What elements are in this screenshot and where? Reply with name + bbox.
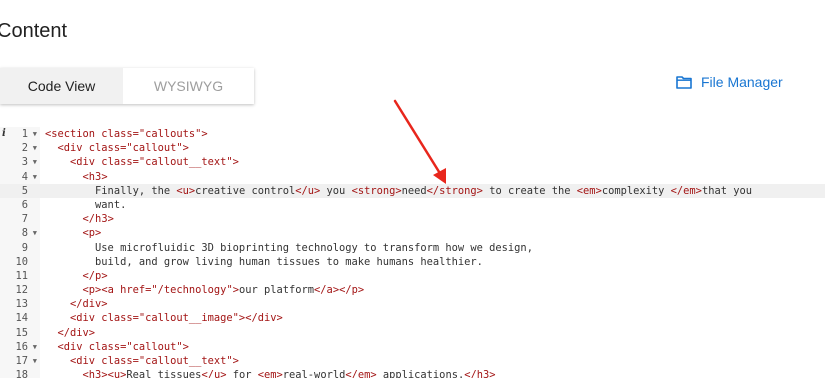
line-number: 18 [15,369,28,378]
line-number: 4 [21,170,28,183]
code-text: <div class="callout"> [57,340,189,353]
line-number: 3 [21,156,28,169]
info-icon[interactable]: i [2,127,6,141]
line-number-cell: 8 ▼ [0,226,40,240]
line-number: 10 [15,255,28,268]
code-line[interactable]: 13 </div> [0,297,825,311]
line-number: 7 [21,213,28,226]
file-manager-button[interactable]: File Manager [676,74,783,90]
code-line[interactable]: 15 </div> [0,326,825,340]
line-number: 11 [15,269,28,282]
fold-toggle-icon[interactable]: ▼ [33,155,37,169]
code-line[interactable]: 2 ▼ <div class="callout"> [0,141,825,155]
line-number-cell: 18 [0,368,40,378]
code-text: <h3> [82,170,108,183]
line-number: 8 [21,227,28,240]
line-number-cell: 11 [0,269,40,283]
fold-toggle-icon[interactable]: ▼ [33,141,37,155]
code-line[interactable]: 8 ▼ <p> [0,226,825,240]
code-text: </h3> [82,213,114,226]
line-number-cell: 17 ▼ [0,354,40,368]
line-number-cell: 15 [0,326,40,340]
code-line[interactable]: 16 ▼ <div class="callout"> [0,340,825,354]
code-text: </div> [70,298,108,311]
code-line[interactable]: i 1 ▼ <section class="callouts"> [0,127,825,141]
code-line[interactable]: 6 want. [0,198,825,212]
line-number: 1 [21,128,28,140]
line-number-cell: 4 ▼ [0,170,40,184]
line-number-cell: i 1 ▼ [0,127,40,141]
line-number-cell: 6 [0,198,40,212]
line-number: 16 [15,340,28,353]
fold-toggle-icon[interactable]: ▼ [33,354,37,368]
line-number-cell: 2 ▼ [0,141,40,155]
code-line[interactable]: 12 <p><a href="/technology">our platform… [0,283,825,297]
line-number-cell: 3 ▼ [0,155,40,169]
line-number: 9 [21,241,28,254]
fold-toggle-icon[interactable]: ▼ [33,226,37,240]
code-line[interactable]: 7 </h3> [0,212,825,226]
line-number-cell: 12 [0,283,40,297]
line-number-cell: 9 [0,241,40,255]
line-number: 2 [21,142,28,155]
line-number-cell: 14 [0,311,40,325]
fold-toggle-icon[interactable]: ▼ [33,170,37,184]
line-number: 14 [15,312,28,325]
fold-toggle-icon[interactable]: ▼ [33,127,37,141]
line-number-cell: 10 [0,255,40,269]
line-number: 6 [21,198,28,211]
line-number-cell: 16 ▼ [0,340,40,354]
tab-wysiwyg[interactable]: WYSIWYG [123,68,254,104]
folder-icon [676,75,692,89]
line-number-cell: 13 [0,297,40,311]
code-line[interactable]: 18 <h3><u>Real tissues</u> for <em>real-… [0,368,825,378]
code-line[interactable]: 17 ▼ <div class="callout__text"> [0,354,825,368]
code-line[interactable]: 3 ▼ <div class="callout__text"> [0,155,825,169]
line-number: 17 [15,355,28,367]
code-text: <p> [82,227,102,240]
code-text: build, and grow living human tissues to … [45,255,483,268]
file-manager-label: File Manager [701,74,783,90]
code-text: <section class="callouts"> [45,128,208,140]
view-tabs: Code View WYSIWYG [0,68,254,104]
code-line[interactable]: 9 Use microfluidic 3D bioprinting techno… [0,241,825,255]
page-title: Content [0,20,68,42]
code-text: </p> [82,269,108,282]
code-line[interactable]: 11 </p> [0,269,825,283]
code-lines: i 1 ▼ <section class="callouts"> 2 ▼ <div cla… [0,127,825,378]
code-editor[interactable]: i 1 ▼ <section class="callouts"> 2 ▼ <div cla… [0,127,825,378]
code-text: <div class="callout__image"></div> [70,312,283,325]
code-line[interactable]: 4 ▼ <h3> [0,170,825,184]
code-text: want. [45,198,127,211]
code-text: Use microfluidic 3D bioprinting technolo… [45,241,533,254]
code-text: Finally, the <u>creative control</u> you… [45,184,752,197]
line-number: 15 [15,326,28,339]
code-text: <div class="callout"> [57,142,189,155]
code-text: <div class="callout__text"> [70,355,239,367]
fold-toggle-icon[interactable]: ▼ [33,340,37,354]
code-text: <div class="callout__text"> [70,156,239,169]
code-text: <p><a href="/technology">our platform</a… [82,284,365,297]
code-line[interactable]: 5 Finally, the <u>creative control</u> y… [0,183,825,198]
line-number: 5 [21,184,28,197]
code-text: </div> [57,326,96,339]
code-text: <h3><u>Real tissues</u> for <em>real-wor… [82,369,496,378]
line-number: 13 [15,298,28,311]
line-number-cell: 5 [0,184,40,198]
tab-code-view[interactable]: Code View [0,68,123,104]
code-line[interactable]: 10 build, and grow living human tissues … [0,255,825,269]
code-line[interactable]: 14 <div class="callout__image"></div> [0,311,825,325]
line-number-cell: 7 [0,212,40,226]
line-number: 12 [15,284,28,297]
